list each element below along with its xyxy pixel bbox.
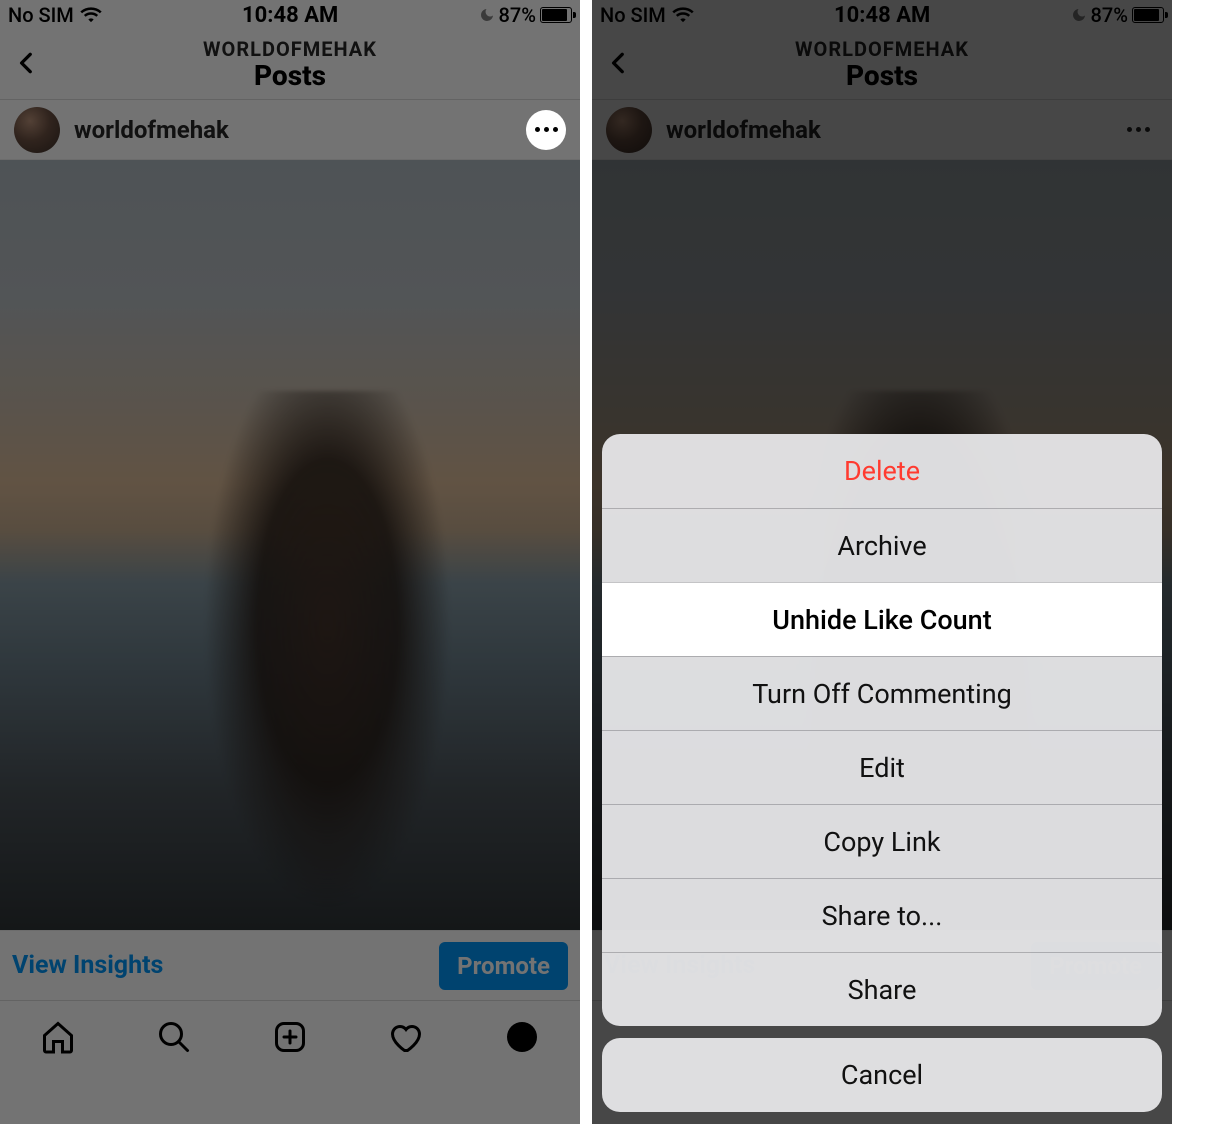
post-image[interactable] xyxy=(0,160,580,930)
more-icon xyxy=(535,127,558,132)
action-sheet: Delete Archive Unhide Like Count Turn Of… xyxy=(602,434,1162,1112)
wifi-icon xyxy=(80,7,102,23)
battery-pct: 87% xyxy=(1091,3,1128,27)
battery-icon xyxy=(540,7,572,23)
avatar[interactable] xyxy=(606,107,652,153)
nav-subtitle: WORLDOFMEHAK xyxy=(795,37,969,61)
action-sheet-list: Delete Archive Unhide Like Count Turn Of… xyxy=(602,434,1162,1026)
more-options-button[interactable] xyxy=(1118,110,1158,150)
status-bar: No SIM 10:48 AM 87% xyxy=(0,0,580,30)
promote-button[interactable]: Promote xyxy=(439,942,568,990)
status-right: 87% xyxy=(1071,3,1164,27)
nav-title: Posts xyxy=(795,59,969,92)
battery-pct: 87% xyxy=(499,3,536,27)
do-not-disturb-icon xyxy=(1071,7,1087,23)
status-time: 10:48 AM xyxy=(834,3,930,28)
action-edit[interactable]: Edit xyxy=(602,730,1162,804)
carrier-text: No SIM xyxy=(600,3,666,27)
post-header: worldofmehak xyxy=(592,100,1172,160)
action-archive[interactable]: Archive xyxy=(602,508,1162,582)
profile-tab[interactable] xyxy=(501,1016,543,1058)
home-tab[interactable] xyxy=(37,1016,79,1058)
post-header: worldofmehak xyxy=(0,100,580,160)
status-left: No SIM xyxy=(600,3,694,27)
carrier-text: No SIM xyxy=(8,3,74,27)
view-insights-link[interactable]: View Insights xyxy=(12,951,163,980)
activity-tab[interactable] xyxy=(385,1016,427,1058)
status-bar: No SIM 10:48 AM 87% xyxy=(592,0,1172,30)
nav-title: Posts xyxy=(203,59,377,92)
post-username[interactable]: worldofmehak xyxy=(74,116,526,144)
nav-header: WORLDOFMEHAK Posts xyxy=(592,30,1172,100)
back-icon[interactable] xyxy=(606,50,632,80)
status-time: 10:48 AM xyxy=(242,3,338,28)
profile-icon xyxy=(507,1022,537,1052)
post-username[interactable]: worldofmehak xyxy=(666,116,1118,144)
action-cancel[interactable]: Cancel xyxy=(602,1038,1162,1112)
create-tab[interactable] xyxy=(269,1016,311,1058)
nav-subtitle: WORLDOFMEHAK xyxy=(203,37,377,61)
action-copy-link[interactable]: Copy Link xyxy=(602,804,1162,878)
insights-row: View Insights Promote xyxy=(0,930,580,1000)
search-tab[interactable] xyxy=(153,1016,195,1058)
tab-bar xyxy=(0,1000,580,1072)
do-not-disturb-icon xyxy=(479,7,495,23)
action-share-to[interactable]: Share to... xyxy=(602,878,1162,952)
more-icon xyxy=(1127,127,1150,132)
status-left: No SIM xyxy=(8,3,102,27)
wifi-icon xyxy=(672,7,694,23)
action-share[interactable]: Share xyxy=(602,952,1162,1026)
phone-left-inner: No SIM 10:48 AM 87% WORLDOFMEHAK Posts xyxy=(0,0,580,1124)
status-right: 87% xyxy=(479,3,572,27)
avatar[interactable] xyxy=(14,107,60,153)
action-unhide-like-count[interactable]: Unhide Like Count xyxy=(602,582,1162,656)
battery-icon xyxy=(1132,7,1164,23)
phone-right: No SIM 10:48 AM 87% WORLDOFMEHAK Posts xyxy=(592,0,1172,1124)
nav-header: WORLDOFMEHAK Posts xyxy=(0,30,580,100)
action-turn-off-commenting[interactable]: Turn Off Commenting xyxy=(602,656,1162,730)
more-options-button[interactable] xyxy=(526,110,566,150)
phone-left: No SIM 10:48 AM 87% WORLDOFMEHAK Posts xyxy=(0,0,580,1124)
back-icon[interactable] xyxy=(14,50,40,80)
action-delete[interactable]: Delete xyxy=(602,434,1162,508)
